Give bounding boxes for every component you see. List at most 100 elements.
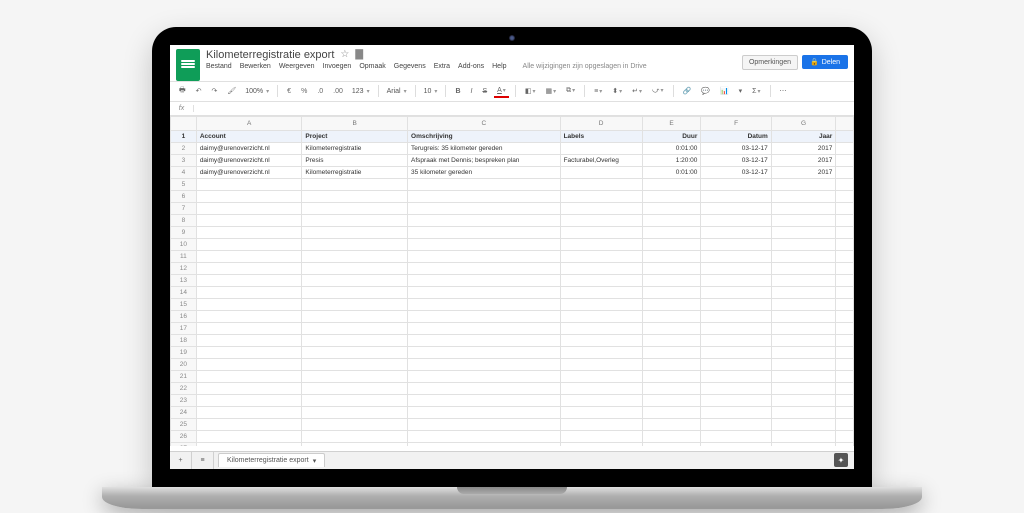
more-icon[interactable]: ⋯ xyxy=(777,85,790,97)
cell[interactable]: Kilometerregistratie xyxy=(302,166,408,178)
cell[interactable] xyxy=(196,322,302,334)
cell[interactable] xyxy=(642,238,701,250)
cell[interactable] xyxy=(642,418,701,430)
cell[interactable] xyxy=(408,214,561,226)
spreadsheet-grid[interactable]: ABCDEFG 1AccountProjectOmschrijvingLabel… xyxy=(170,116,854,446)
cell[interactable] xyxy=(560,334,642,346)
cell[interactable] xyxy=(701,334,771,346)
cell[interactable] xyxy=(771,406,836,418)
row-header[interactable]: 24 xyxy=(171,406,197,418)
cell[interactable] xyxy=(771,394,836,406)
cell[interactable] xyxy=(408,358,561,370)
menu-extra[interactable]: Extra xyxy=(434,63,450,70)
row-header[interactable]: 18 xyxy=(171,334,197,346)
print-icon[interactable]: 🖶 xyxy=(176,84,189,99)
undo-icon[interactable]: ↶ xyxy=(193,85,205,97)
cell[interactable] xyxy=(771,274,836,286)
cell[interactable] xyxy=(302,394,408,406)
cell[interactable] xyxy=(642,274,701,286)
cell[interactable] xyxy=(560,322,642,334)
cell[interactable] xyxy=(302,286,408,298)
cell[interactable]: Facturabel,Overleg xyxy=(560,154,642,166)
cell[interactable] xyxy=(302,406,408,418)
cell[interactable] xyxy=(836,346,854,358)
cell[interactable] xyxy=(701,382,771,394)
cell[interactable] xyxy=(408,274,561,286)
italic-icon[interactable]: I xyxy=(468,86,476,97)
share-button[interactable]: 🔒 Delen xyxy=(802,55,848,69)
column-header[interactable]: C xyxy=(408,116,561,130)
cell[interactable] xyxy=(771,370,836,382)
cell[interactable] xyxy=(196,418,302,430)
cell[interactable] xyxy=(771,202,836,214)
row-header[interactable]: 15 xyxy=(171,298,197,310)
strike-icon[interactable]: S xyxy=(479,86,490,97)
cell[interactable]: Jaar xyxy=(771,130,836,142)
currency-icon[interactable]: € xyxy=(284,86,294,97)
menu-invoegen[interactable]: Invoegen xyxy=(323,63,352,70)
row-header[interactable]: 4 xyxy=(171,166,197,178)
cell[interactable] xyxy=(408,406,561,418)
cell[interactable]: Presis xyxy=(302,154,408,166)
cell[interactable] xyxy=(302,262,408,274)
cell[interactable]: Duur xyxy=(642,130,701,142)
cell[interactable] xyxy=(642,406,701,418)
cell[interactable]: 03-12-17 xyxy=(701,142,771,154)
cell[interactable] xyxy=(771,250,836,262)
cell[interactable] xyxy=(642,250,701,262)
cell[interactable] xyxy=(196,250,302,262)
font-size-select[interactable]: 10 xyxy=(422,87,440,96)
cell[interactable] xyxy=(701,202,771,214)
cell[interactable] xyxy=(836,298,854,310)
cell[interactable] xyxy=(701,226,771,238)
cell[interactable] xyxy=(642,322,701,334)
column-header[interactable]: E xyxy=(642,116,701,130)
row-header[interactable]: 11 xyxy=(171,250,197,262)
menu-weergeven[interactable]: Weergeven xyxy=(279,63,315,70)
cell[interactable] xyxy=(836,166,854,178)
cell[interactable] xyxy=(836,154,854,166)
functions-icon[interactable]: Σ xyxy=(749,86,763,97)
row-header[interactable]: 13 xyxy=(171,274,197,286)
cell[interactable] xyxy=(836,370,854,382)
cell[interactable] xyxy=(642,430,701,442)
cell[interactable] xyxy=(701,238,771,250)
filter-icon[interactable]: ▾ xyxy=(736,85,746,97)
cell[interactable] xyxy=(408,226,561,238)
cell[interactable] xyxy=(836,226,854,238)
cell[interactable] xyxy=(701,274,771,286)
cell[interactable] xyxy=(408,394,561,406)
document-title[interactable]: Kilometerregistratie export xyxy=(206,49,334,61)
cell[interactable] xyxy=(836,322,854,334)
cell[interactable] xyxy=(408,370,561,382)
cell[interactable] xyxy=(196,238,302,250)
cell[interactable] xyxy=(701,346,771,358)
zoom-select[interactable]: 100% xyxy=(243,87,271,96)
cell[interactable] xyxy=(196,178,302,190)
cell[interactable] xyxy=(302,370,408,382)
cell[interactable] xyxy=(196,274,302,286)
merge-icon[interactable]: ⧉ xyxy=(563,85,578,97)
cell[interactable] xyxy=(771,298,836,310)
cell[interactable] xyxy=(196,226,302,238)
cell[interactable] xyxy=(408,202,561,214)
cell[interactable] xyxy=(836,130,854,142)
cell[interactable] xyxy=(196,346,302,358)
cell[interactable] xyxy=(408,178,561,190)
cell[interactable] xyxy=(560,262,642,274)
cell[interactable] xyxy=(196,394,302,406)
cell[interactable] xyxy=(771,262,836,274)
row-header[interactable]: 1 xyxy=(171,130,197,142)
cell[interactable] xyxy=(701,298,771,310)
rotate-icon[interactable]: ⤻ xyxy=(649,85,667,97)
cell[interactable] xyxy=(408,310,561,322)
cell[interactable] xyxy=(408,430,561,442)
cell[interactable] xyxy=(836,238,854,250)
row-header[interactable]: 12 xyxy=(171,262,197,274)
cell[interactable] xyxy=(701,418,771,430)
cell[interactable] xyxy=(771,358,836,370)
comment-icon[interactable]: 💬 xyxy=(698,85,713,97)
cell[interactable] xyxy=(196,310,302,322)
cell[interactable] xyxy=(302,382,408,394)
cell[interactable] xyxy=(196,442,302,446)
